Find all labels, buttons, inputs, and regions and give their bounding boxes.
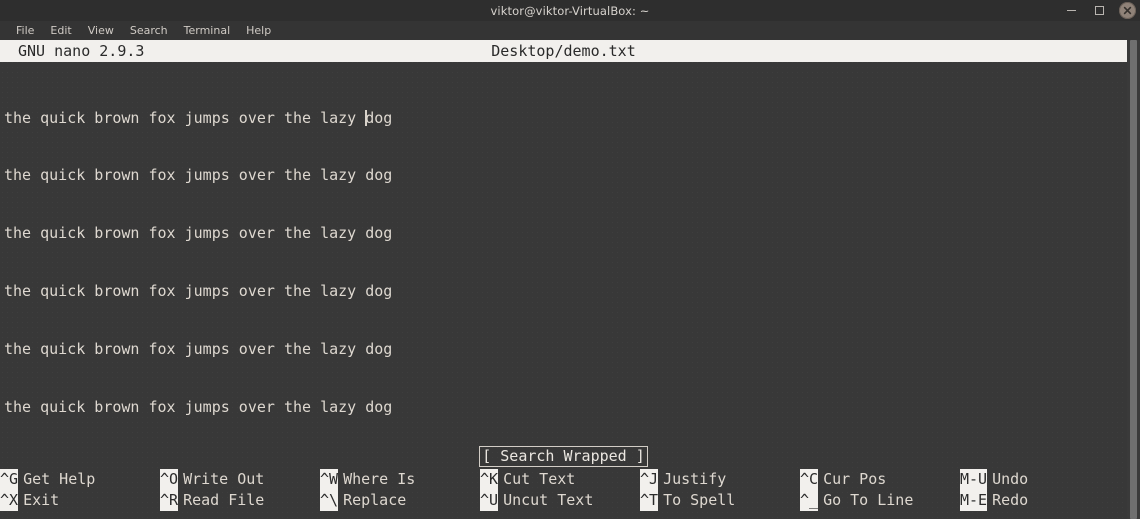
shortcut-label: Justify	[663, 470, 727, 488]
shortcut-cur-pos[interactable]: ^C Cur Pos	[800, 469, 960, 490]
shortcut-key: ^T	[640, 490, 659, 511]
shortcut-row-2: ^X Exit ^R Read File ^\ Replace ^U Uncut Tex…	[0, 490, 1127, 511]
shortcut-key: ^_	[800, 490, 819, 511]
buffer-line-text: the quick brown fox jumps over the lazy …	[4, 166, 393, 185]
maximize-icon[interactable]	[1091, 2, 1108, 19]
buffer-line-text: the quick brown fox jumps over the lazy …	[4, 398, 393, 417]
nano-filename-label: Desktop/demo.txt	[491, 42, 636, 60]
buffer-line: the quick brown fox jumps over the lazy …	[4, 340, 392, 359]
shortcut-row-1: ^G Get Help ^O Write Out ^W Where Is ^K Cut …	[0, 469, 1127, 490]
shortcut-exit[interactable]: ^X Exit	[0, 490, 160, 511]
shortcut-label: Write Out	[183, 470, 265, 488]
shortcut-label: Exit	[23, 491, 60, 509]
shortcut-key: ^O	[160, 469, 179, 490]
buffer-line: the quick brown fox jumps over the lazy …	[4, 282, 392, 301]
buffer-line-text: the quick brown fox jumps over the lazy	[4, 108, 366, 127]
terminal-scrollbar[interactable]	[1127, 40, 1140, 519]
terminal-content[interactable]: GNU nano 2.9.3 Desktop/demo.txt the quic…	[0, 40, 1140, 519]
shortcut-label: Get Help	[23, 470, 96, 488]
buffer-line: the quick brown fox jumps over the lazy …	[4, 166, 392, 185]
menu-item-view[interactable]: View	[80, 22, 122, 39]
close-icon[interactable]	[1119, 2, 1136, 19]
shortcut-key: M-U	[960, 469, 988, 490]
window-controls	[1063, 0, 1136, 21]
shortcut-label: Where Is	[343, 470, 416, 488]
shortcut-key: ^R	[160, 490, 179, 511]
shortcut-key: ^K	[480, 469, 499, 490]
menu-item-edit[interactable]: Edit	[42, 22, 79, 39]
shortcut-label: Cur Pos	[823, 470, 887, 488]
shortcut-key: ^C	[800, 469, 819, 490]
shortcut-key: ^J	[640, 469, 659, 490]
shortcut-label: Cut Text	[503, 470, 576, 488]
shortcut-label: Replace	[343, 491, 407, 509]
shortcut-where-is[interactable]: ^W Where Is	[320, 469, 480, 490]
buffer-line: the quick brown fox jumps over the lazy …	[4, 109, 392, 128]
shortcut-write-out[interactable]: ^O Write Out	[160, 469, 320, 490]
window-title: viktor@viktor-VirtualBox: ~	[490, 3, 650, 18]
menu-item-file[interactable]: File	[8, 22, 42, 39]
status-message-text: [ Search Wrapped ]	[479, 446, 648, 467]
buffer-line: the quick brown fox jumps over the lazy …	[4, 224, 392, 243]
shortcut-key: ^W	[320, 469, 339, 490]
shortcut-to-spell[interactable]: ^T To Spell	[640, 490, 800, 511]
menu-item-terminal[interactable]: Terminal	[176, 22, 239, 39]
shortcut-key: ^U	[480, 490, 499, 511]
nano-status-message: [ Search Wrapped ]	[0, 446, 1127, 467]
shortcut-redo[interactable]: M-E Redo	[960, 490, 1120, 511]
shortcut-label: Go To Line	[823, 491, 914, 509]
window-titlebar[interactable]: viktor@viktor-VirtualBox: ~	[0, 0, 1140, 21]
shortcut-key: ^\	[320, 490, 339, 511]
shortcut-undo[interactable]: M-U Undo	[960, 469, 1120, 490]
shortcut-uncut-text[interactable]: ^U Uncut Text	[480, 490, 640, 511]
shortcut-key: M-E	[960, 490, 988, 511]
buffer-line-text: the quick brown fox jumps over the lazy …	[4, 340, 393, 359]
shortcut-key: ^X	[0, 490, 19, 511]
menu-item-search[interactable]: Search	[122, 22, 176, 39]
minimize-icon[interactable]	[1063, 2, 1080, 19]
buffer-line-text-tail: dog	[365, 108, 393, 127]
shortcut-justify[interactable]: ^J Justify	[640, 469, 800, 490]
nano-shortcut-bar: ^G Get Help ^O Write Out ^W Where Is ^K Cut …	[0, 469, 1127, 511]
buffer-line-text: the quick brown fox jumps over the lazy …	[4, 282, 393, 301]
shortcut-label: Read File	[183, 491, 265, 509]
shortcut-get-help[interactable]: ^G Get Help	[0, 469, 160, 490]
shortcut-go-to-line[interactable]: ^_ Go To Line	[800, 490, 960, 511]
shortcut-label: To Spell	[663, 491, 736, 509]
shortcut-cut-text[interactable]: ^K Cut Text	[480, 469, 640, 490]
shortcut-label: Redo	[992, 491, 1029, 509]
shortcut-key: ^G	[0, 469, 19, 490]
nano-header-bar: GNU nano 2.9.3 Desktop/demo.txt	[0, 40, 1127, 62]
shortcut-read-file[interactable]: ^R Read File	[160, 490, 320, 511]
menu-bar: File Edit View Search Terminal Help	[0, 21, 1140, 40]
shortcut-label: Uncut Text	[503, 491, 594, 509]
scrollbar-thumb[interactable]	[1130, 40, 1137, 519]
buffer-line: the quick brown fox jumps over the lazy …	[4, 398, 392, 417]
shortcut-label: Undo	[992, 470, 1029, 488]
nano-text-buffer[interactable]: the quick brown fox jumps over the lazy …	[4, 70, 392, 456]
buffer-line-text: the quick brown fox jumps over the lazy …	[4, 224, 393, 243]
terminal-window: viktor@viktor-VirtualBox: ~ File Edit Vi…	[0, 0, 1140, 519]
menu-item-help[interactable]: Help	[238, 22, 279, 39]
shortcut-replace[interactable]: ^\ Replace	[320, 490, 480, 511]
